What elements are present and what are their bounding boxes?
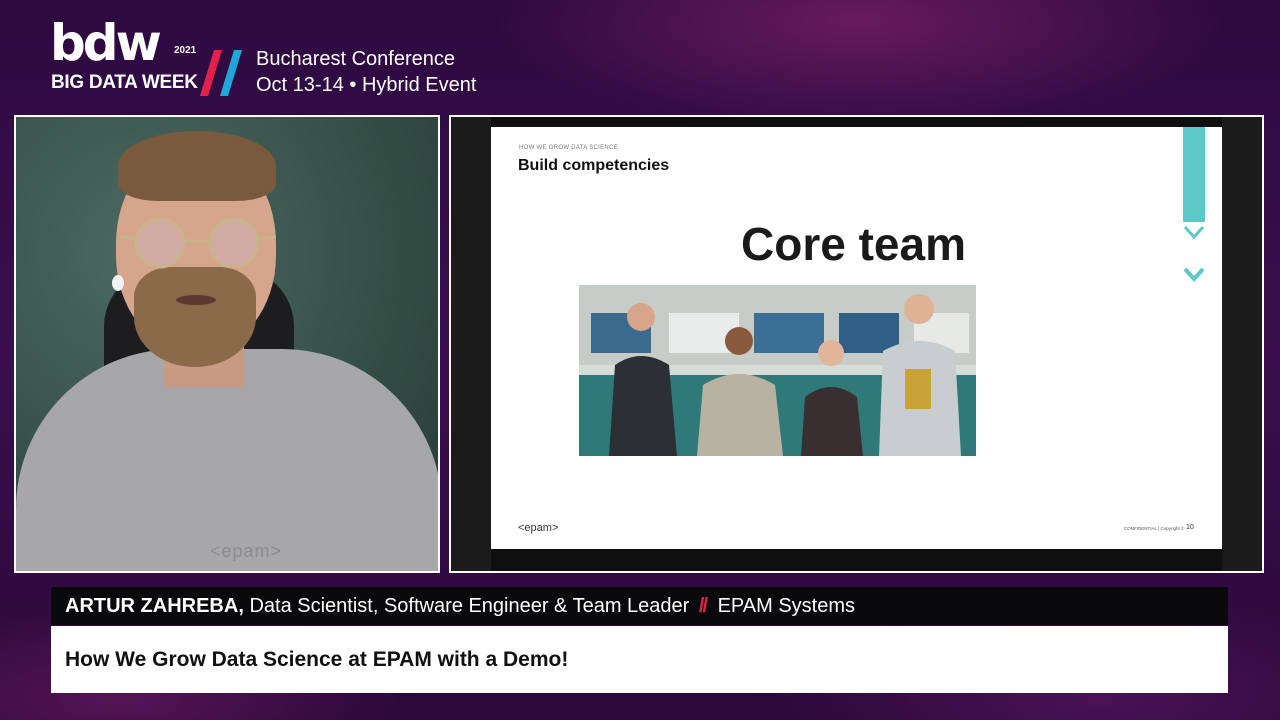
slide-letterbox-bottom [491, 549, 1222, 571]
logo-year: 2021 [174, 45, 197, 56]
speaker-beard [134, 267, 256, 367]
speaker-name-bar: ARTUR ZAHREBA, Data Scientist, Software … [51, 587, 1228, 625]
slide-logo: <epam> [518, 522, 559, 534]
slide-confidential: CONFIDENTIAL | Copyright © [1124, 526, 1185, 531]
logo-mark: bdw [50, 14, 162, 72]
talk-title-bar: How We Grow Data Science at EPAM with a … [51, 626, 1228, 693]
double-slash-icon [200, 50, 242, 96]
slide-section-label: HOW WE GROW DATA SCIENCE [519, 145, 618, 151]
event-logo: bdw 2021 BIG DATA WEEK [50, 14, 198, 98]
speaker-company: EPAM Systems [717, 595, 856, 617]
chevron-down-icon [1183, 225, 1205, 240]
slide-letterbox-top [491, 117, 1222, 127]
shirt-logo: <epam> [210, 541, 283, 561]
speaker-line: ARTUR ZAHREBA, Data Scientist, Software … [65, 595, 855, 618]
slide-main-text: Core team [741, 218, 966, 270]
slide-heading: Build competencies [518, 157, 670, 174]
slide-panel: HOW WE GROW DATA SCIENCE Build competenc… [449, 115, 1264, 573]
speaker-role: Data Scientist, Software Engineer & Team… [249, 595, 690, 617]
glasses-icon [120, 217, 276, 269]
conference-title: Bucharest Conference [256, 48, 456, 70]
speaker-hair [118, 131, 276, 201]
speaker-mouth [176, 295, 216, 305]
speaker-name: ARTUR ZAHREBA, [65, 595, 244, 617]
slide-decoration [1183, 127, 1205, 282]
speaker-video: <epam> [14, 115, 440, 573]
logo-subtitle: BIG DATA WEEK [51, 72, 198, 93]
talk-title: How We Grow Data Science at EPAM with a … [65, 648, 569, 671]
conference-subtitle: Oct 13-14 • Hybrid Event [256, 74, 477, 96]
slide: HOW WE GROW DATA SCIENCE Build competenc… [491, 127, 1222, 549]
separator: // [698, 595, 708, 617]
team-photo [579, 285, 976, 456]
earbud [112, 275, 124, 291]
slide-page-number: 10 [1186, 524, 1194, 531]
chevron-down-icon [1183, 267, 1205, 282]
